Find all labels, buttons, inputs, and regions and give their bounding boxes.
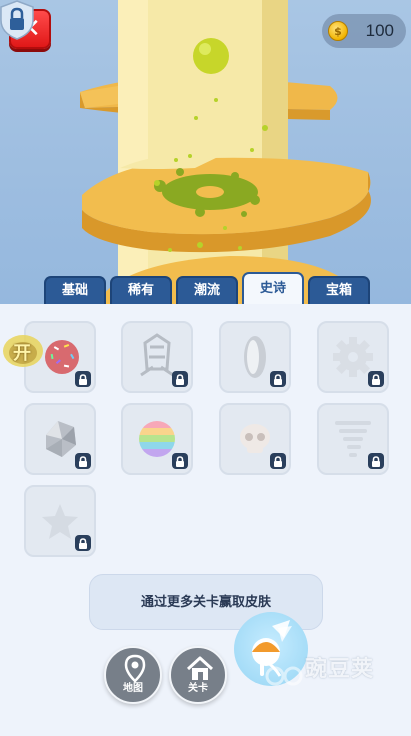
lock-icon [368, 371, 384, 387]
skin-slot-trophy-frame[interactable] [121, 321, 193, 393]
skin-slot-silver-lens[interactable] [219, 321, 291, 393]
tab-treasure[interactable]: 宝箱 [308, 276, 370, 305]
open-badge[interactable]: 开 [1, 329, 45, 369]
skin-slot-crystal-gem[interactable] [24, 403, 96, 475]
tab-epic[interactable]: 史诗 [242, 272, 304, 305]
tab-basic[interactable]: 基础 [44, 276, 106, 305]
skin-slot-rainbow-ball[interactable] [121, 403, 193, 475]
watermark: 豌豆荚 [265, 646, 385, 706]
levels-button-label: 关卡 [188, 683, 208, 694]
lock-icon [75, 535, 91, 551]
shield-lock-icon[interactable] [0, 0, 34, 40]
game-scene: ✕ $ 100 [0, 0, 411, 304]
skin-slot-gear[interactable] [317, 321, 389, 393]
skin-category-tabs: 基础 稀有 潮流 史诗 宝箱 [44, 272, 374, 305]
coin-counter: $ 100 [322, 14, 406, 48]
lock-icon [270, 453, 286, 469]
lock-icon [172, 371, 188, 387]
levels-button[interactable]: 关卡 [169, 646, 227, 704]
tab-trendy[interactable]: 潮流 [176, 276, 238, 305]
coin-icon: $ [328, 21, 348, 41]
unlock-hint-text: 通过更多关卡赢取皮肤 [140, 595, 271, 610]
skin-slot-skull[interactable] [219, 403, 291, 475]
skin-slot-tornado[interactable] [317, 403, 389, 475]
watermark-text: 豌豆荚 [305, 657, 375, 682]
skin-slot-star[interactable] [24, 485, 96, 557]
lock-icon [368, 453, 384, 469]
watermark-logo-icon [265, 666, 303, 686]
lock-icon [172, 453, 188, 469]
lock-icon [270, 371, 286, 387]
lock-icon [75, 453, 91, 469]
coin-count: 100 [365, 21, 394, 40]
lock-icon [75, 371, 91, 387]
map-button-label: 地图 [123, 683, 143, 694]
open-badge-text: 开 [13, 343, 31, 364]
tab-rare[interactable]: 稀有 [110, 276, 172, 305]
map-button[interactable]: 地图 [104, 646, 162, 704]
